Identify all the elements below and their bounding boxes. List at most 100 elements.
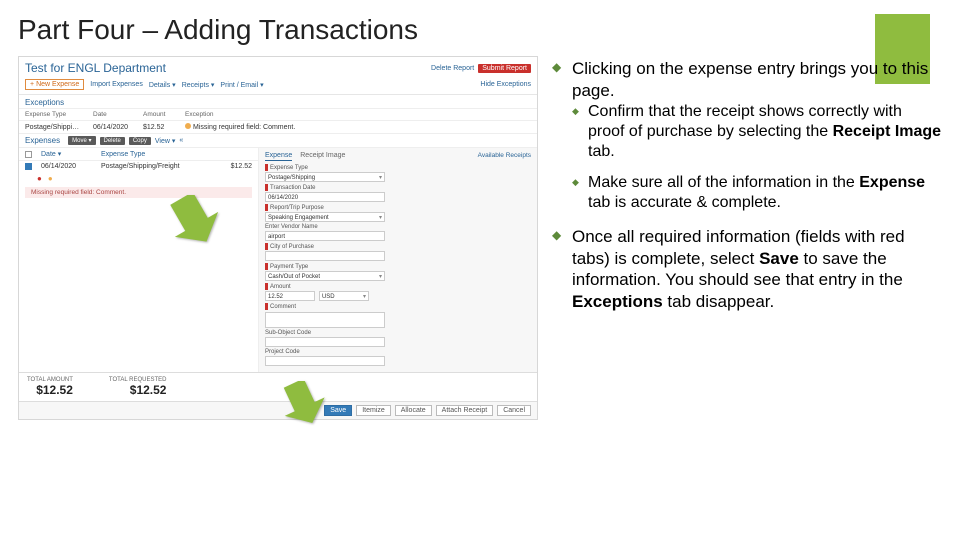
row-amount: $12.52 (231, 163, 252, 170)
label-city: City of Purchase (265, 243, 531, 250)
field-amount: Amount 12.52 USD (265, 283, 531, 301)
bold-receipt-image: Receipt Image (833, 123, 941, 140)
label-amount: Amount (265, 283, 531, 290)
row-type: Postage/Shipping/Freight (101, 163, 225, 170)
select-all-checkbox[interactable] (25, 151, 32, 158)
tab-expense[interactable]: Expense (265, 152, 292, 161)
col-amount: Amount (143, 111, 177, 118)
details-menu[interactable]: Details ▾ (149, 81, 176, 89)
exceptions-heading: Exceptions (19, 95, 537, 109)
expenses-heading: Expenses (25, 136, 60, 145)
input-comment[interactable] (265, 312, 385, 328)
total-amount: TOTAL AMOUNT $12.52 (27, 377, 73, 397)
callout-arrow-entry (169, 195, 219, 245)
field-transaction-date: Transaction Date 06/14/2020 (265, 184, 531, 202)
attach-receipt-button[interactable]: Attach Receipt (436, 405, 494, 416)
field-comment: Comment (265, 303, 531, 327)
save-button[interactable]: Save (324, 405, 352, 416)
slide-title: Part Four – Adding Transactions (18, 14, 960, 46)
exc-type: Postage/Shippi… (25, 124, 85, 131)
col-date-sort[interactable]: Date ▾ (41, 150, 95, 158)
total-requested-value: $12.52 (109, 383, 167, 397)
bold-exceptions: Exceptions (572, 292, 663, 311)
field-expense-type: Expense Type Postage/Shipping (265, 164, 531, 182)
col-type-sort[interactable]: Expense Type (101, 151, 145, 158)
view-menu[interactable]: View ▾ (155, 137, 176, 145)
new-expense-label: New Expense (36, 81, 79, 88)
col-date: Date (93, 111, 135, 118)
row-checkbox[interactable] (25, 163, 32, 170)
delete-report-link[interactable]: Delete Report (431, 65, 474, 72)
bullet-2: Once all required information (fields wi… (552, 226, 942, 313)
delete-button[interactable]: Delete (100, 137, 125, 145)
field-sub-object: Sub-Object Code (265, 330, 531, 347)
input-amount[interactable]: 12.52 (265, 291, 315, 301)
available-receipts-link[interactable]: Available Receipts (478, 152, 531, 159)
app-header: Test for ENGL Department Delete Report S… (19, 57, 537, 77)
expense-list-head: Date ▾ Expense Type (19, 148, 258, 161)
total-amount-label: TOTAL AMOUNT (27, 377, 73, 383)
expense-list: Date ▾ Expense Type 06/14/2020 Postage/S… (19, 148, 259, 372)
expenses-toolbar: Expenses Move ▾ Delete Copy View ▾ « (19, 134, 537, 148)
exception-row[interactable]: Postage/Shippi… 06/14/2020 $12.52 Missin… (19, 121, 537, 134)
exc-message: Missing required field: Comment. (185, 123, 295, 131)
collapse-button[interactable]: « (179, 137, 183, 144)
expense-app: Test for ENGL Department Delete Report S… (18, 56, 538, 420)
cancel-button[interactable]: Cancel (497, 405, 531, 416)
warning-icon (185, 123, 191, 129)
input-payment-type[interactable]: Cash/Out of Pocket (265, 271, 385, 281)
expense-row[interactable]: 06/14/2020 Postage/Shipping/Freight $12.… (19, 161, 258, 172)
bold-save: Save (759, 249, 799, 268)
notes-panel: Clicking on the expense entry brings you… (552, 56, 942, 420)
input-transaction-date[interactable]: 06/14/2020 (265, 192, 385, 202)
input-currency[interactable]: USD (319, 291, 369, 301)
itemize-button[interactable]: Itemize (356, 405, 391, 416)
field-purpose: Report/Trip Purpose Speaking Engagement (265, 204, 531, 222)
field-payment-type: Payment Type Cash/Out of Pocket (265, 263, 531, 281)
new-expense-button[interactable]: +New Expense (25, 79, 84, 90)
total-requested-label: TOTAL REQUESTED (109, 377, 167, 383)
exc-date: 06/14/2020 (93, 124, 135, 131)
print-email-menu[interactable]: Print / Email ▾ (220, 81, 263, 89)
hide-exceptions-link[interactable]: Hide Exceptions (480, 81, 531, 88)
main-split: Date ▾ Expense Type 06/14/2020 Postage/S… (19, 148, 537, 372)
label-expense-type: Expense Type (265, 164, 531, 171)
label-comment: Comment (265, 303, 531, 310)
totals-bar: TOTAL AMOUNT $12.52 TOTAL REQUESTED $12.… (19, 372, 537, 401)
tab-receipt-image[interactable]: Receipt Image (300, 152, 345, 161)
bullet-1a: Confirm that the receipt shows correctly… (572, 102, 942, 163)
total-amount-value: $12.52 (27, 383, 73, 397)
row-status-icons: ● ● (19, 172, 258, 185)
bold-expense: Expense (859, 174, 925, 191)
bullet-1: Clicking on the expense entry brings you… (552, 58, 942, 214)
label-vendor: Enter Vendor Name (265, 224, 531, 230)
import-expenses-link[interactable]: Import Expenses (90, 81, 143, 88)
submit-report-button[interactable]: Submit Report (478, 64, 531, 73)
warning-icon-2: ● (48, 174, 53, 183)
input-city[interactable] (265, 251, 385, 261)
bullet-1-text: Clicking on the expense entry brings you… (572, 59, 928, 100)
field-project-code: Project Code (265, 349, 531, 366)
move-button[interactable]: Move ▾ (68, 136, 95, 145)
input-vendor[interactable]: airport (265, 231, 385, 241)
allocate-button[interactable]: Allocate (395, 405, 432, 416)
receipts-menu[interactable]: Receipts ▾ (182, 81, 215, 89)
copy-button[interactable]: Copy (129, 137, 151, 145)
label-sub-object: Sub-Object Code (265, 330, 531, 336)
label-purpose: Report/Trip Purpose (265, 204, 531, 211)
exc-amount: $12.52 (143, 124, 177, 131)
field-city: City of Purchase (265, 243, 531, 261)
label-payment-type: Payment Type (265, 263, 531, 270)
callout-arrow-save (281, 381, 325, 425)
input-sub-object[interactable] (265, 337, 385, 347)
total-requested: TOTAL REQUESTED $12.52 (109, 377, 167, 397)
form-footer: Save Itemize Allocate Attach Receipt Can… (19, 401, 537, 419)
expense-form: Available Receipts Expense Receipt Image… (259, 148, 537, 372)
bullet-1b: Make sure all of the information in the … (572, 173, 942, 214)
input-expense-type[interactable]: Postage/Shipping (265, 172, 385, 182)
input-project-code[interactable] (265, 356, 385, 366)
report-title: Test for ENGL Department (25, 61, 166, 75)
slide-content: Test for ENGL Department Delete Report S… (0, 56, 960, 420)
input-purpose[interactable]: Speaking Engagement (265, 212, 385, 222)
label-transaction-date: Transaction Date (265, 184, 531, 191)
